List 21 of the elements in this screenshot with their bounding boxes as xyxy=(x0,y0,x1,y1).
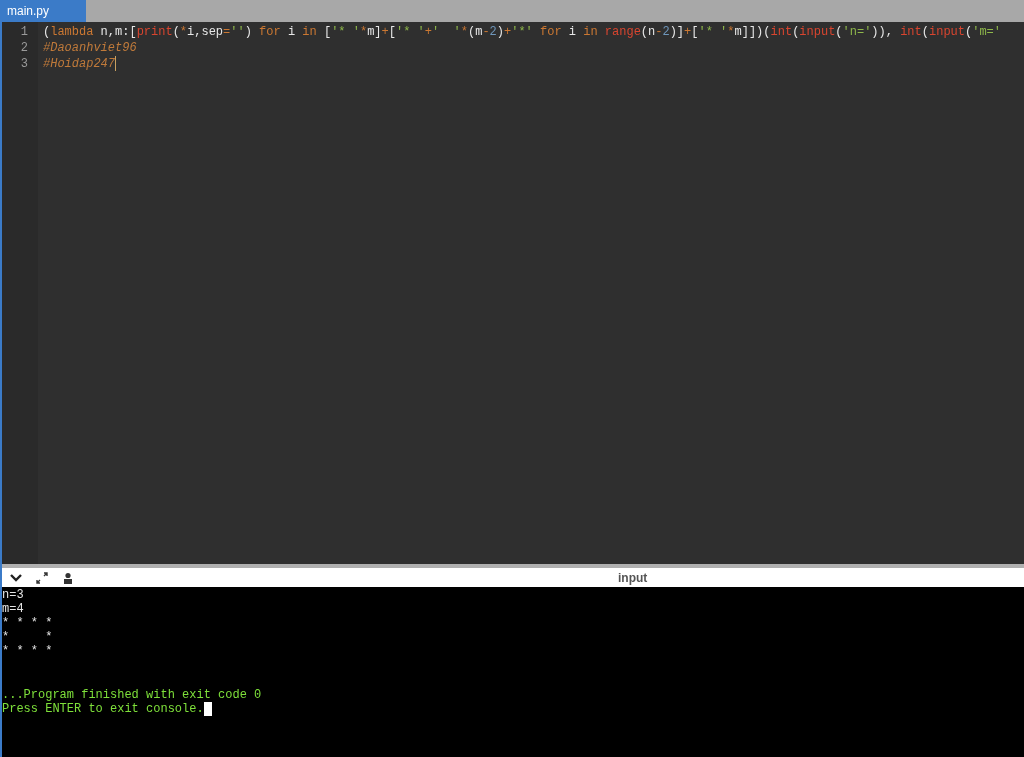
code-editor[interactable]: (lambda n,m:[print(*i,sep='') for i in ['* '*m]+['* '+' '*(m-2)+'*' for i in range(n-2)]+['* '*m]])(int(input('n=')), int(input('m=' #Daoanhviet96 #Hoidap247 xyxy=(38,22,1024,564)
console-line: m=4 xyxy=(2,602,24,616)
console-line: n=3 xyxy=(2,588,24,602)
code-line: #Daoanhviet96 xyxy=(43,40,137,56)
expand-icon[interactable] xyxy=(36,571,48,584)
code-line: #Hoidap247 xyxy=(43,56,115,72)
code-line: (lambda n,m:[print(*i,sep='') for i in ['* '*m]+['* '+' '*(m-2)+'*' for i in range(n-2)]+['* '*m]])(int(input('n=')), int(input('m=' xyxy=(43,24,1001,40)
chevron-down-icon[interactable] xyxy=(10,572,22,583)
person-icon[interactable] xyxy=(62,571,74,584)
line-number: 1 xyxy=(19,24,29,40)
line-number: 2 xyxy=(19,40,29,56)
console-cursor xyxy=(203,702,212,716)
console-line: * * xyxy=(2,630,53,644)
text-cursor xyxy=(115,56,116,71)
console-line: ...Program finished with exit code 0 xyxy=(2,688,262,702)
console-line: Press ENTER to exit console. xyxy=(2,702,204,716)
console-title: input xyxy=(618,569,648,587)
file-tab[interactable]: main.py xyxy=(2,0,86,22)
line-number: 3 xyxy=(19,56,29,72)
console-line: * * * * xyxy=(2,616,53,630)
console-line: * * * * xyxy=(2,644,53,658)
